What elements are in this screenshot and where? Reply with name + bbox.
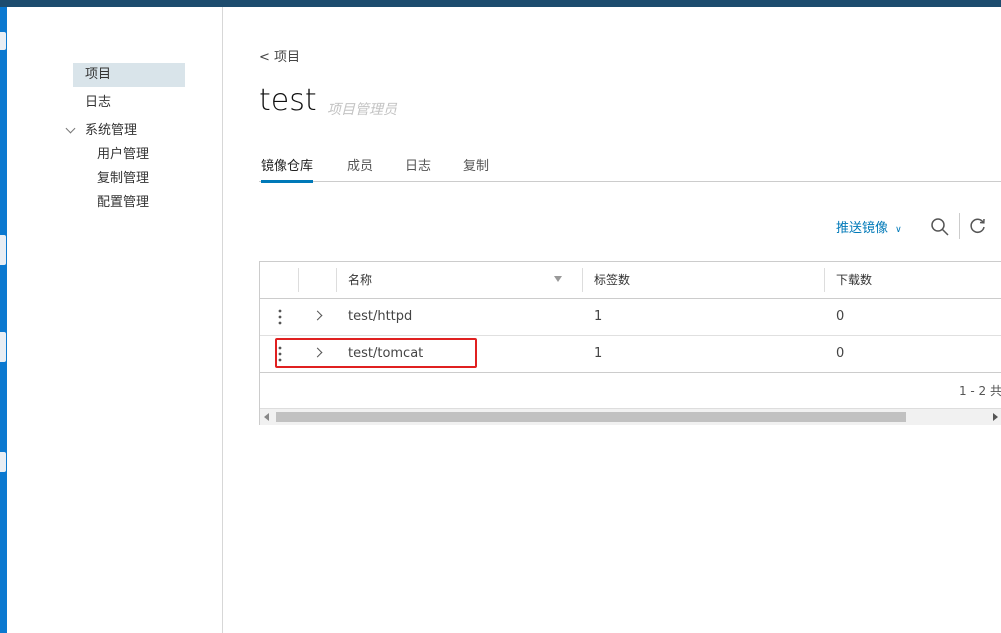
- refresh-icon[interactable]: [969, 217, 987, 235]
- repository-table: 名称 标签数 下载数 test/httpd 1 0 test/tomcat 1 …: [259, 261, 1001, 425]
- tab-repositories[interactable]: 镜像仓库: [261, 155, 314, 183]
- sidebar-item-configuration[interactable]: 配置管理: [97, 191, 149, 215]
- push-image-button[interactable]: 推送镜像 ∨: [836, 217, 902, 236]
- project-role: 项目管理员: [327, 102, 397, 118]
- filter-icon[interactable]: [554, 276, 562, 282]
- main-content: < 项目 test 项目管理员 镜像仓库 成员 日志 复制 推送镜像 ∨ 名称 …: [223, 7, 1001, 633]
- sidebar-item-administration[interactable]: 系统管理: [85, 119, 137, 143]
- tab-logs[interactable]: 日志: [405, 155, 431, 180]
- desktop-icon: [0, 32, 6, 50]
- repo-name[interactable]: test/tomcat: [348, 336, 423, 372]
- column-header-tags[interactable]: 标签数: [594, 262, 630, 298]
- column-divider: [336, 268, 337, 292]
- scroll-left-arrow-icon[interactable]: [264, 413, 269, 421]
- tab-bar: 镜像仓库 成员 日志 复制: [259, 153, 1001, 183]
- breadcrumb[interactable]: < 项目: [259, 46, 300, 65]
- sidebar: 项目 日志 系统管理 用户管理 复制管理 配置管理: [7, 7, 223, 633]
- scrollbar-thumb[interactable]: [276, 412, 906, 422]
- column-divider: [582, 268, 583, 292]
- tab-replication[interactable]: 复制: [463, 155, 489, 180]
- desktop-icon: [0, 452, 6, 472]
- pull-count: 0: [836, 346, 845, 361]
- repo-name-link[interactable]: test/httpd: [348, 309, 412, 324]
- column-header-name[interactable]: 名称: [348, 262, 372, 298]
- scroll-right-arrow-icon[interactable]: [993, 413, 998, 421]
- push-image-label: 推送镜像: [836, 221, 889, 236]
- sidebar-item-replication[interactable]: 复制管理: [97, 167, 149, 191]
- page-title: test: [259, 83, 317, 118]
- tab-members[interactable]: 成员: [347, 155, 373, 180]
- sidebar-item-label: 系统管理: [85, 123, 138, 138]
- more-options-icon[interactable]: [278, 346, 282, 362]
- more-options-icon[interactable]: [278, 309, 282, 325]
- pull-count: 0: [836, 309, 845, 324]
- column-divider: [298, 268, 299, 292]
- chevron-right-icon[interactable]: [312, 347, 323, 358]
- pagination-text: 1 - 2 共: [958, 384, 1001, 398]
- desktop-icon: [0, 235, 6, 265]
- sidebar-item-label: 日志: [85, 95, 112, 110]
- chevron-down-icon: ∨: [895, 225, 902, 235]
- column-header-pulls[interactable]: 下载数: [836, 262, 872, 298]
- sidebar-item-users[interactable]: 用户管理: [97, 143, 149, 167]
- desktop-icon: [0, 332, 6, 362]
- toolbar-divider: [959, 213, 960, 239]
- sidebar-item-projects[interactable]: 项目: [73, 63, 185, 87]
- repo-name[interactable]: test/httpd: [348, 299, 412, 335]
- table-row[interactable]: test/tomcat 1 0: [260, 336, 1001, 373]
- horizontal-scrollbar[interactable]: [260, 408, 1001, 425]
- sidebar-item-label: 项目: [85, 67, 112, 82]
- sidebar-item-label: 配置管理: [97, 195, 150, 210]
- chevron-right-icon[interactable]: [312, 310, 323, 321]
- table-row[interactable]: test/httpd 1 0: [260, 299, 1001, 336]
- app-header-bar: [0, 0, 1001, 7]
- search-icon[interactable]: [930, 217, 950, 237]
- tag-count: 1: [594, 309, 603, 324]
- sidebar-item-label: 用户管理: [97, 147, 150, 162]
- repo-name-link[interactable]: test/tomcat: [348, 346, 423, 361]
- table-header: 名称 标签数 下载数: [260, 262, 1001, 299]
- sidebar-item-label: 复制管理: [97, 171, 150, 186]
- tag-count: 1: [594, 346, 603, 361]
- sidebar-item-logs[interactable]: 日志: [85, 91, 111, 115]
- desktop-background: [0, 7, 7, 633]
- chevron-down-icon[interactable]: [65, 123, 76, 134]
- column-divider: [824, 268, 825, 292]
